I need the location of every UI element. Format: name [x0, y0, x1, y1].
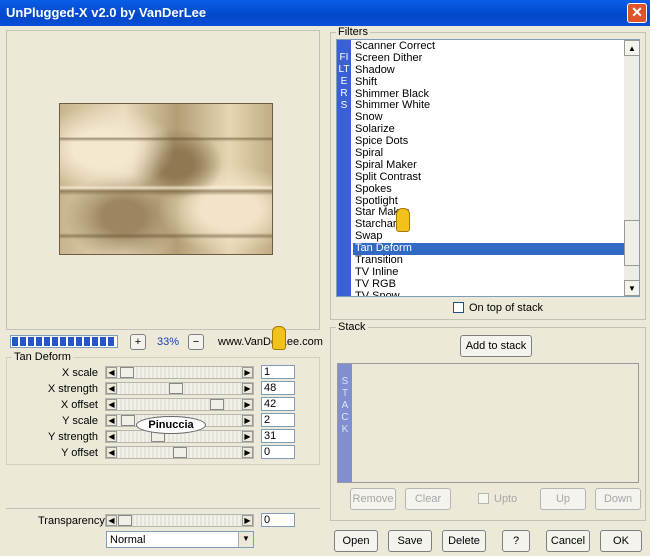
slider-left-icon[interactable]: ◀ — [106, 367, 117, 378]
open-button[interactable]: Open — [334, 530, 378, 552]
x-strength-slider[interactable]: ◀ ▶ — [105, 382, 254, 395]
list-item[interactable]: TV Snow — [353, 290, 624, 296]
slider-thumb[interactable] — [169, 383, 183, 394]
slider-thumb[interactable] — [121, 415, 135, 426]
x-offset-label: X offset — [60, 399, 98, 411]
transparency-label: Transparency — [38, 515, 105, 527]
list-item[interactable]: Spiral Maker — [353, 159, 624, 172]
preview-panel — [6, 30, 320, 330]
filters-side-label: FILTERS — [338, 52, 350, 111]
website-link[interactable]: www.VanDerLee.com — [218, 336, 323, 348]
on-top-label: On top of stack — [469, 302, 543, 314]
delete-button[interactable]: Delete — [442, 530, 486, 552]
on-top-checkbox[interactable] — [453, 302, 464, 313]
zoom-in-button[interactable]: + — [130, 334, 146, 350]
list-item[interactable]: Shift — [353, 76, 624, 89]
blend-mode-value: Normal — [110, 534, 146, 546]
zoom-level: 33% — [157, 336, 180, 348]
slider-left-icon[interactable]: ◀ — [106, 383, 117, 394]
zoom-out-button[interactable]: − — [188, 334, 204, 350]
watermark-badge: Pinuccia — [136, 416, 206, 434]
list-item[interactable]: Split Contrast — [353, 171, 624, 184]
x-scale-slider[interactable]: ◀ ▶ — [105, 366, 254, 379]
x-scale-value[interactable]: 1 — [261, 365, 295, 379]
x-strength-label: X strength — [47, 383, 98, 395]
chevron-down-icon[interactable]: ▼ — [238, 532, 253, 547]
close-icon: ✕ — [631, 4, 643, 20]
save-button[interactable]: Save — [388, 530, 432, 552]
x-offset-value[interactable]: 42 — [261, 397, 295, 411]
title-bar: UnPlugged-X v2.0 by VanDerLee ✕ — [0, 0, 650, 26]
list-item[interactable]: TV RGB — [353, 278, 624, 291]
filters-scrollbar[interactable]: ▲ ▼ — [624, 40, 639, 296]
scroll-down-icon[interactable]: ▼ — [624, 280, 639, 296]
params-group-title: Tan Deform — [12, 351, 73, 363]
x-strength-value[interactable]: 48 — [261, 381, 295, 395]
scroll-thumb[interactable] — [624, 220, 639, 266]
transparency-group — [6, 508, 320, 509]
help-button[interactable]: ? — [502, 530, 530, 552]
y-scale-value[interactable]: 2 — [261, 413, 295, 427]
y-scale-label: Y scale — [62, 415, 98, 427]
plugin-window: UnPlugged-X v2.0 by VanDerLee ✕ + 33% − … — [0, 0, 650, 556]
filters-list-box: FILTERS Scanner Correct Screen Dither Shad… — [336, 39, 640, 297]
list-item[interactable]: Starchart — [353, 218, 624, 231]
x-offset-slider[interactable]: ◀ ▶ — [105, 398, 254, 411]
slider-right-icon[interactable]: ▶ — [242, 415, 253, 426]
list-item[interactable]: Spokes — [353, 183, 624, 196]
list-item[interactable]: Screen Dither — [353, 52, 624, 65]
slider-thumb[interactable] — [118, 515, 132, 526]
y-strength-value[interactable]: 31 — [261, 429, 295, 443]
upto-checkbox[interactable] — [478, 493, 489, 504]
up-button[interactable]: Up — [540, 488, 586, 510]
blend-mode-select[interactable]: Normal ▼ — [106, 531, 254, 548]
y-offset-label: Y offset — [61, 447, 98, 459]
slider-left-icon[interactable]: ◀ — [106, 431, 117, 442]
x-scale-label: X scale — [61, 367, 98, 379]
slider-left-icon[interactable]: ◀ — [106, 447, 117, 458]
list-item[interactable]: Shadow — [353, 64, 624, 77]
y-strength-label: Y strength — [48, 431, 98, 443]
slider-thumb[interactable] — [173, 447, 187, 458]
remove-button[interactable]: Remove — [350, 488, 396, 510]
upto-label: Upto — [494, 493, 518, 505]
clear-button[interactable]: Clear — [405, 488, 451, 510]
hand-cursor-icon — [272, 326, 286, 350]
slider-right-icon[interactable]: ▶ — [242, 431, 253, 442]
slider-right-icon[interactable]: ▶ — [242, 367, 253, 378]
slider-right-icon[interactable]: ▶ — [242, 447, 253, 458]
window-title: UnPlugged-X v2.0 by VanDerLee — [6, 5, 207, 20]
stack-side-label: STACK — [341, 376, 349, 435]
slider-thumb[interactable] — [210, 399, 224, 410]
slider-right-icon[interactable]: ▶ — [242, 515, 253, 526]
scroll-up-icon[interactable]: ▲ — [624, 40, 639, 56]
stack-legend: Stack — [336, 321, 368, 333]
slider-left-icon[interactable]: ◀ — [106, 399, 117, 410]
slider-left-icon[interactable]: ◀ — [106, 415, 117, 426]
add-to-stack-button[interactable]: Add to stack — [460, 335, 532, 357]
close-button[interactable]: ✕ — [627, 3, 647, 23]
stack-list-box[interactable]: STACK — [337, 363, 639, 483]
ok-button[interactable]: OK — [600, 530, 642, 552]
transparency-slider[interactable]: ◀ ▶ — [105, 514, 254, 527]
transparency-value[interactable]: 0 — [261, 513, 295, 527]
preview-image[interactable] — [59, 103, 273, 255]
list-item[interactable]: Spice Dots — [353, 135, 624, 148]
slider-right-icon[interactable]: ▶ — [242, 399, 253, 410]
y-offset-value[interactable]: 0 — [261, 445, 295, 459]
slider-left-icon[interactable]: ◀ — [106, 515, 117, 526]
hand-cursor-icon — [396, 208, 410, 232]
list-item[interactable]: Shimmer White — [353, 100, 624, 112]
filters-legend: Filters — [336, 26, 370, 38]
y-offset-slider[interactable]: ◀ ▶ — [105, 446, 254, 459]
cancel-button[interactable]: Cancel — [546, 530, 590, 552]
progress-bar — [10, 335, 118, 348]
filters-list[interactable]: Scanner Correct Screen Dither Shadow Shift S… — [353, 40, 624, 296]
slider-thumb[interactable] — [120, 367, 134, 378]
down-button[interactable]: Down — [595, 488, 641, 510]
slider-right-icon[interactable]: ▶ — [242, 383, 253, 394]
